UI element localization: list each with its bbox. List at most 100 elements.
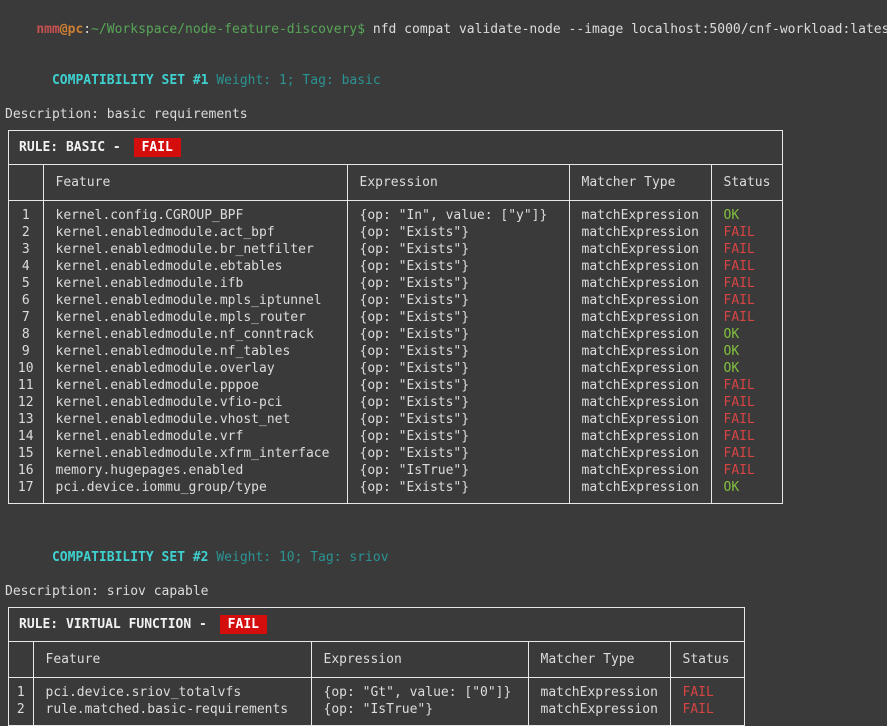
col-header-num bbox=[9, 642, 33, 678]
table-row: 8kernel.enabledmodule.nf_conntrack{op: "… bbox=[9, 326, 782, 343]
compat-set-1-meta: Weight: 1; Tag: basic bbox=[209, 73, 381, 88]
cell-num: 5 bbox=[9, 275, 43, 292]
prompt-dollar: $ bbox=[357, 22, 365, 37]
table-row: 16memory.hugepages.enabled{op: "IsTrue"}… bbox=[9, 462, 782, 479]
compat-set-1-description: Description: basic requirements bbox=[5, 106, 887, 123]
cell-expression: {op: "In", value: ["y"]} bbox=[347, 201, 569, 225]
compat-set-2-heading: COMPATIBILITY SET #2 Weight: 10; Tag: sr… bbox=[5, 532, 887, 583]
cell-num: 11 bbox=[9, 377, 43, 394]
cell-num: 2 bbox=[9, 701, 33, 725]
compat-set-1-heading: COMPATIBILITY SET #1 Weight: 1; Tag: bas… bbox=[5, 55, 887, 106]
cell-status: OK bbox=[711, 479, 782, 503]
cell-matcher-type: matchExpression bbox=[528, 701, 670, 725]
cell-expression: {op: "Exists"} bbox=[347, 479, 569, 503]
cell-matcher-type: matchExpression bbox=[569, 462, 711, 479]
cell-feature: kernel.enabledmodule.xfrm_interface bbox=[43, 445, 347, 462]
cell-status: FAIL bbox=[670, 678, 744, 702]
cell-num: 12 bbox=[9, 394, 43, 411]
cell-num: 10 bbox=[9, 360, 43, 377]
cell-expression: {op: "IsTrue"} bbox=[347, 462, 569, 479]
cell-feature: kernel.config.CGROUP_BPF bbox=[43, 201, 347, 225]
compat-set-2-meta: Weight: 10; Tag: sriov bbox=[209, 550, 389, 565]
cell-num: 1 bbox=[9, 201, 43, 225]
cell-num: 14 bbox=[9, 428, 43, 445]
cell-expression: {op: "Exists"} bbox=[347, 343, 569, 360]
cell-status: FAIL bbox=[711, 462, 782, 479]
cell-matcher-type: matchExpression bbox=[569, 326, 711, 343]
cell-matcher-type: matchExpression bbox=[569, 411, 711, 428]
rule-status-badge: FAIL bbox=[220, 615, 267, 634]
cell-feature: kernel.enabledmodule.vfio-pci bbox=[43, 394, 347, 411]
prompt-host: @pc bbox=[60, 22, 83, 37]
cell-feature: kernel.enabledmodule.br_netfilter bbox=[43, 241, 347, 258]
cell-status: FAIL bbox=[711, 309, 782, 326]
compat-set-1-title: COMPATIBILITY SET #1 bbox=[52, 73, 209, 88]
rule-label: RULE: VIRTUAL FUNCTION - bbox=[19, 616, 215, 633]
rule-table-basic: RULE: BASIC - FAIL Feature Expression Ma… bbox=[8, 130, 783, 504]
cell-matcher-type: matchExpression bbox=[569, 292, 711, 309]
terminal-screen: nmm@pc:~/Workspace/node-feature-discover… bbox=[0, 0, 887, 726]
col-header-feature: Feature bbox=[33, 642, 311, 678]
cell-matcher-type: matchExpression bbox=[569, 479, 711, 503]
cell-expression: {op: "Exists"} bbox=[347, 224, 569, 241]
cell-num: 17 bbox=[9, 479, 43, 503]
rule-status-badge: FAIL bbox=[134, 138, 181, 157]
table-row: 13kernel.enabledmodule.vhost_net{op: "Ex… bbox=[9, 411, 782, 428]
table-row: 6kernel.enabledmodule.mpls_iptunnel{op: … bbox=[9, 292, 782, 309]
table-row: 4kernel.enabledmodule.ebtables{op: "Exis… bbox=[9, 258, 782, 275]
cell-expression: {op: "Exists"} bbox=[347, 326, 569, 343]
col-header-matcher-type: Matcher Type bbox=[569, 165, 711, 201]
table-header-row: Feature Expression Matcher Type Status bbox=[9, 642, 744, 678]
cell-matcher-type: matchExpression bbox=[569, 343, 711, 360]
table-row: 14kernel.enabledmodule.vrf{op: "Exists"}… bbox=[9, 428, 782, 445]
cell-matcher-type: matchExpression bbox=[569, 428, 711, 445]
table-header-row: Feature Expression Matcher Type Status bbox=[9, 165, 782, 201]
cell-feature: memory.hugepages.enabled bbox=[43, 462, 347, 479]
cell-status: FAIL bbox=[711, 275, 782, 292]
rule-title-virtual-function: RULE: VIRTUAL FUNCTION - FAIL bbox=[9, 608, 744, 642]
cell-status: OK bbox=[711, 326, 782, 343]
cell-expression: {op: "Exists"} bbox=[347, 377, 569, 394]
cell-expression: {op: "Exists"} bbox=[347, 292, 569, 309]
cell-status: FAIL bbox=[711, 411, 782, 428]
cell-num: 3 bbox=[9, 241, 43, 258]
col-header-expression: Expression bbox=[311, 642, 528, 678]
cell-num: 7 bbox=[9, 309, 43, 326]
cell-expression: {op: "Exists"} bbox=[347, 275, 569, 292]
cell-num: 6 bbox=[9, 292, 43, 309]
cell-feature: pci.device.iommu_group/type bbox=[43, 479, 347, 503]
cell-status: FAIL bbox=[711, 445, 782, 462]
cell-feature: kernel.enabledmodule.act_bpf bbox=[43, 224, 347, 241]
rule-results-table: Feature Expression Matcher Type Status 1… bbox=[9, 165, 782, 503]
cell-status: OK bbox=[711, 343, 782, 360]
table-row: 3kernel.enabledmodule.br_netfilter{op: "… bbox=[9, 241, 782, 258]
col-header-expression: Expression bbox=[347, 165, 569, 201]
cell-matcher-type: matchExpression bbox=[569, 309, 711, 326]
table-row: 1pci.device.sriov_totalvfs{op: "Gt", val… bbox=[9, 678, 744, 702]
prompt-colon: : bbox=[83, 22, 91, 37]
col-header-status: Status bbox=[670, 642, 744, 678]
prompt-path: ~/Workspace/node-feature-discovery bbox=[91, 22, 357, 37]
cell-feature: kernel.enabledmodule.mpls_router bbox=[43, 309, 347, 326]
cell-matcher-type: matchExpression bbox=[528, 678, 670, 702]
cell-matcher-type: matchExpression bbox=[569, 201, 711, 225]
table-row: 12kernel.enabledmodule.vfio-pci{op: "Exi… bbox=[9, 394, 782, 411]
cell-expression: {op: "Exists"} bbox=[347, 360, 569, 377]
cell-matcher-type: matchExpression bbox=[569, 241, 711, 258]
rule-title-basic: RULE: BASIC - FAIL bbox=[9, 131, 782, 165]
cell-expression: {op: "Exists"} bbox=[347, 428, 569, 445]
cell-expression: {op: "Exists"} bbox=[347, 258, 569, 275]
shell-prompt-line: nmm@pc:~/Workspace/node-feature-discover… bbox=[5, 4, 887, 55]
cell-num: 4 bbox=[9, 258, 43, 275]
table-row: 1kernel.config.CGROUP_BPF{op: "In", valu… bbox=[9, 201, 782, 225]
cell-expression: {op: "Exists"} bbox=[347, 445, 569, 462]
table-row: 2rule.matched.basic-requirements{op: "Is… bbox=[9, 701, 744, 725]
rule-results-table: Feature Expression Matcher Type Status 1… bbox=[9, 642, 744, 725]
cell-feature: kernel.enabledmodule.nf_conntrack bbox=[43, 326, 347, 343]
cell-feature: kernel.enabledmodule.mpls_iptunnel bbox=[43, 292, 347, 309]
cell-num: 8 bbox=[9, 326, 43, 343]
table-row: 10kernel.enabledmodule.overlay{op: "Exis… bbox=[9, 360, 782, 377]
cell-status: FAIL bbox=[711, 394, 782, 411]
cell-status: OK bbox=[711, 360, 782, 377]
cell-status: FAIL bbox=[711, 428, 782, 445]
